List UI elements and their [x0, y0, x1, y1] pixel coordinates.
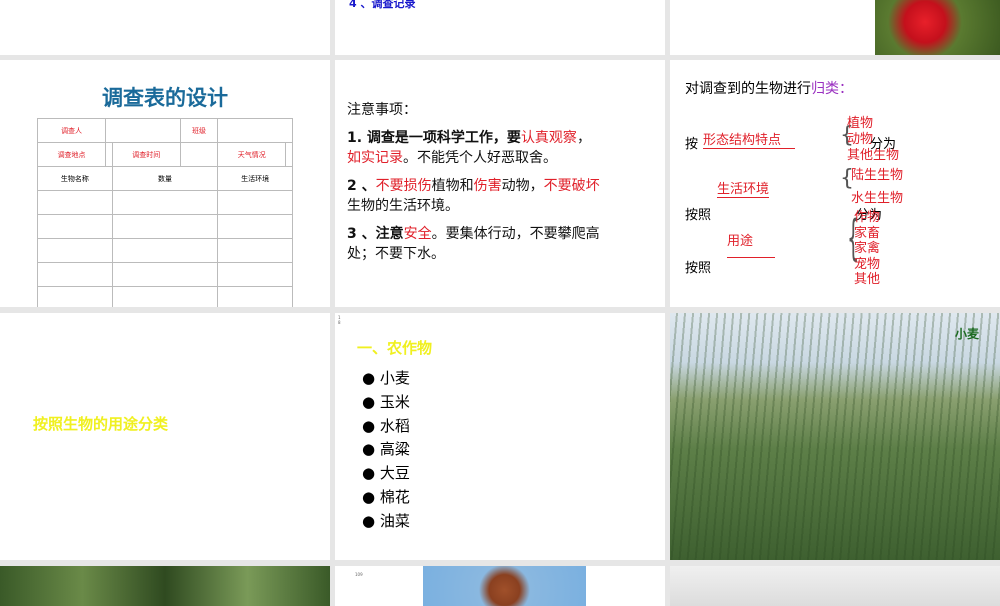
slide-thumbnail[interactable]: 109: [335, 566, 665, 606]
cell: 调查地点: [36, 142, 107, 167]
criterion-1: 形态结构特点: [703, 129, 795, 149]
criterion-2: 生活环境: [717, 178, 770, 198]
slide-thumbnail[interactable]: 小麦: [670, 313, 1000, 560]
slide-thumbnail[interactable]: 4 、调查记录: [335, 0, 665, 55]
slide-title: 对调查到的生物进行归类：: [685, 81, 853, 97]
sorghum-image: [423, 566, 586, 606]
list-item: ● 油菜: [362, 511, 410, 530]
list-item: ● 水稻: [362, 416, 410, 435]
wheat-image: [670, 313, 1000, 560]
note-3: 3 、注意安全。要集体行动，不要攀爬高处；不要下水。: [347, 226, 600, 262]
slide-thumbnail[interactable]: 对调查到的生物进行归类： 按 形态结构特点 { 植物 动物 其他生物 分为 生活环境…: [670, 60, 1000, 307]
slide-title: 调查表的设计: [102, 86, 228, 110]
slide-thumbnail[interactable]: 1 8 一、农作物 ● 小麦 ● 玉米 ● 水稻 ● 高粱 ● 大豆 ● 棉花 …: [335, 313, 665, 560]
slide-number: 109: [355, 572, 363, 577]
note-2: 2 、不要损伤植物和伤害动物，不要破坏生物的生活环境。: [347, 178, 600, 214]
list-item: ● 大豆: [362, 464, 410, 483]
slide-thumbnail[interactable]: [670, 566, 1000, 606]
label: 按照: [685, 261, 712, 276]
label: 按: [685, 137, 699, 152]
list-item: ● 小麦: [362, 369, 410, 387]
slide-thumbnail[interactable]: [670, 0, 1000, 55]
label: 分为: [870, 137, 897, 152]
slide-heading: 一、农作物: [357, 339, 433, 357]
cell: 调查人: [36, 118, 107, 143]
slide-thumbnail[interactable]: [0, 566, 330, 606]
note-1: 1. 调查是一项科学工作，要认真观察，如实记录。不能凭个人好恶取舍。: [347, 130, 591, 166]
label: 按照: [685, 208, 712, 223]
slide-title: 按照生物的用途分类: [33, 415, 169, 433]
slide-heading: 4 、调查记录: [349, 0, 416, 10]
crop-list: ● 小麦 ● 玉米 ● 水稻 ● 高粱 ● 大豆 ● 棉花 ● 油菜: [362, 367, 410, 534]
cell: 班级: [179, 118, 219, 143]
slide-thumbnail[interactable]: 按照生物的用途分类: [0, 313, 330, 560]
list-item: ● 棉花: [362, 487, 410, 506]
slide-thumbnail[interactable]: 注意事项： 1. 调查是一项科学工作，要认真观察，如实记录。不能凭个人好恶取舍。…: [335, 60, 665, 307]
cell: 天气情况: [217, 142, 287, 167]
group-3: 作物 家畜 家禽 宠物 其他: [854, 210, 881, 287]
slide-thumbnail[interactable]: 调查表的设计 调查人 班级 调查地点 调查时间 天气情况 生物名称 数量 生活环境: [0, 60, 330, 307]
slide-thumbnail[interactable]: [0, 0, 330, 55]
flower-image: [875, 0, 1000, 55]
image-label: 小麦: [955, 327, 980, 341]
list-item: ● 玉米: [362, 392, 410, 411]
cell: 数量: [111, 166, 219, 191]
cell: 生活环境: [217, 166, 293, 191]
list-item: ● 高粱: [362, 440, 410, 459]
notes-heading: 注意事项：: [347, 102, 417, 118]
cell: 生物名称: [37, 166, 113, 191]
slide-number: 1 8: [338, 315, 341, 325]
cell: 调查时间: [111, 142, 181, 167]
criterion-3: 用途: [727, 230, 775, 258]
survey-table: 调查人 班级 调查地点 调查时间 天气情况 生物名称 数量 生活环境: [36, 118, 293, 307]
